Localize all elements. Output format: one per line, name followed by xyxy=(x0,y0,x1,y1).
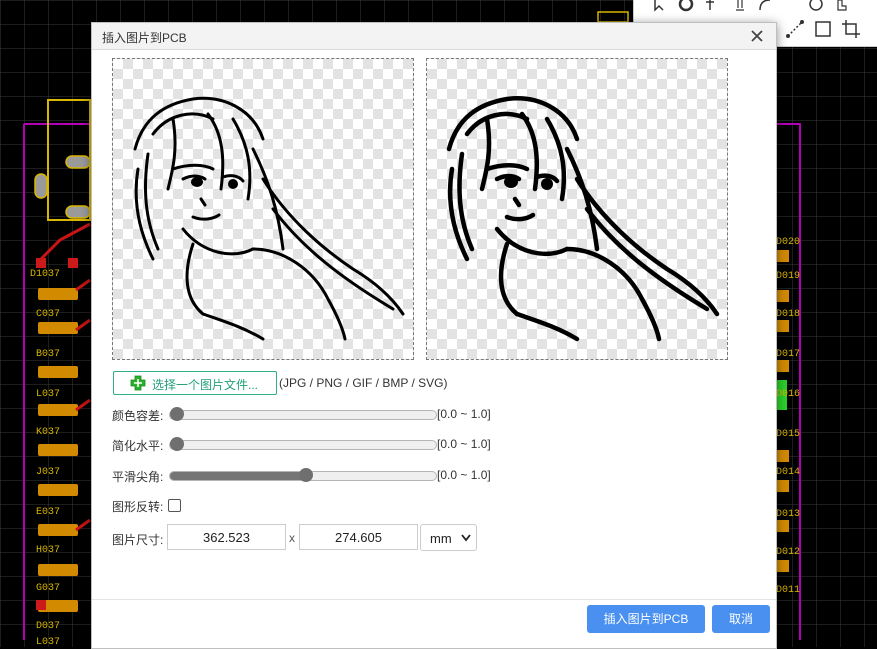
board-label: D037 xyxy=(36,621,60,632)
board-label: C037 xyxy=(36,309,60,320)
crop-icon[interactable] xyxy=(840,18,862,40)
cancel-button[interactable]: 取消 xyxy=(712,605,770,633)
choose-file-label: 选择一个图片文件... xyxy=(152,378,259,392)
select-icon[interactable] xyxy=(650,0,670,14)
smooth-corners-slider[interactable] xyxy=(169,468,437,482)
board-label: E037 xyxy=(36,507,60,518)
circle-icon[interactable] xyxy=(806,0,826,14)
board-label: J037 xyxy=(36,467,60,478)
dialog-header: 插入图片到PCB xyxy=(92,23,776,50)
chevron-down-icon xyxy=(461,534,471,542)
board-label: D018 xyxy=(776,309,800,320)
board-label: D011 xyxy=(776,585,800,596)
color-tolerance-label: 颜色容差: xyxy=(112,409,164,423)
slider-thumb[interactable] xyxy=(170,437,184,451)
height-input[interactable]: 274.605 xyxy=(299,524,418,550)
plus-icon xyxy=(130,375,146,391)
board-label: D017 xyxy=(776,349,800,360)
board-label: D019 xyxy=(776,271,800,282)
insert-image-dialog: 插入图片到PCB 选择一个图片文件... (JPG / PNG / GIF / … xyxy=(91,22,777,649)
slider-thumb[interactable] xyxy=(299,468,313,482)
pin-icon[interactable] xyxy=(700,0,720,14)
invert-checkbox[interactable] xyxy=(168,499,181,512)
board-label: D016 xyxy=(776,389,800,400)
insert-to-pcb-button[interactable]: 插入图片到PCB xyxy=(587,605,705,633)
dialog-title: 插入图片到PCB xyxy=(102,31,187,45)
board-label: D020 xyxy=(776,237,800,248)
ellipse-icon[interactable] xyxy=(676,0,696,14)
slider-fill xyxy=(170,472,306,480)
board-label: D015 xyxy=(776,429,800,440)
processed-image-preview xyxy=(426,58,728,360)
arc-icon[interactable] xyxy=(730,0,750,14)
width-input[interactable]: 362.523 xyxy=(167,524,286,550)
arc2-icon[interactable] xyxy=(756,0,776,14)
board-label: G037 xyxy=(36,583,60,594)
simplify-level-slider[interactable] xyxy=(169,437,437,451)
original-image-preview xyxy=(112,58,414,360)
rect-icon[interactable] xyxy=(812,18,834,40)
slider-thumb[interactable] xyxy=(170,407,184,421)
invert-label: 图形反转: xyxy=(112,500,164,514)
unit-select[interactable]: mm xyxy=(420,524,477,551)
simplify-level-label: 简化水平: xyxy=(112,439,164,453)
choose-image-file-button[interactable]: 选择一个图片文件... xyxy=(113,371,277,395)
color-tolerance-range: [0.0 ~ 1.0] xyxy=(437,407,491,421)
board-label: D1037 xyxy=(30,269,60,280)
board-label: L037 xyxy=(36,389,60,400)
image-size-label: 图片尺寸: xyxy=(112,533,164,547)
board-label: H037 xyxy=(36,545,60,556)
close-icon[interactable] xyxy=(747,26,767,46)
simplify-level-range: [0.0 ~ 1.0] xyxy=(437,437,491,451)
board-label: K037 xyxy=(36,427,60,438)
board-label: B037 xyxy=(36,349,60,360)
size-separator: x xyxy=(289,531,295,545)
board-label: L037 xyxy=(36,637,60,647)
unit-value: mm xyxy=(430,531,452,546)
smooth-corners-range: [0.0 ~ 1.0] xyxy=(437,468,491,482)
line-icon[interactable] xyxy=(784,18,806,40)
board-label: D012 xyxy=(776,547,800,558)
pan-icon[interactable] xyxy=(832,0,852,14)
anime-lineart-original xyxy=(133,96,405,341)
board-label: D014 xyxy=(776,467,800,478)
smooth-corners-label: 平滑尖角: xyxy=(112,470,164,484)
supported-formats: (JPG / PNG / GIF / BMP / SVG) xyxy=(279,376,448,390)
anime-lineart-processed xyxy=(446,96,720,342)
board-label: D013 xyxy=(776,509,800,520)
footer-divider xyxy=(92,599,776,600)
color-tolerance-slider[interactable] xyxy=(169,407,437,421)
